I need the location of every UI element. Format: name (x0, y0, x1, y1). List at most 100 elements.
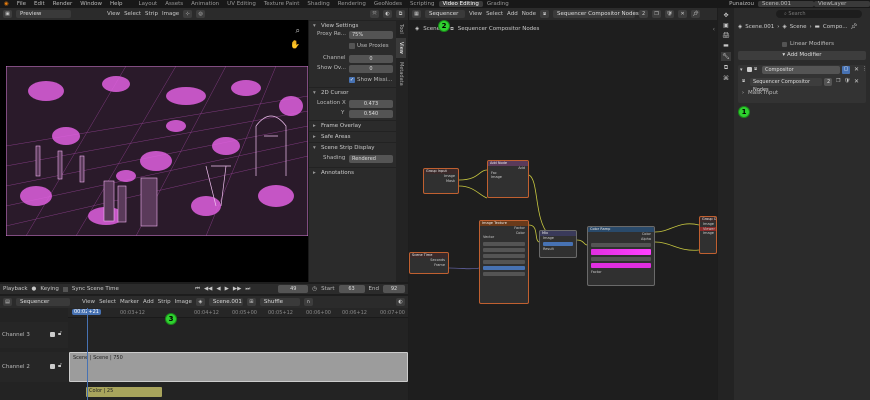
shading-dropdown[interactable]: Rendered (349, 155, 393, 163)
menu-strip[interactable]: Strip (145, 11, 158, 17)
location-x-field[interactable]: 0.473 (349, 100, 393, 108)
scene-time-node[interactable]: Scene Time Seconds Frame (409, 252, 449, 274)
mask-input-label[interactable]: Mask Input (748, 90, 778, 96)
menu-view[interactable]: View (107, 11, 120, 17)
tab-grading[interactable]: Grading (483, 1, 513, 7)
start-field[interactable]: 63 (338, 285, 365, 293)
play-reverse-icon[interactable]: ◀ (216, 286, 220, 292)
fake-user-icon[interactable]: 🛡︎ (844, 78, 850, 84)
modifier-enabled-checkbox[interactable] (747, 67, 752, 72)
scene-dropdown[interactable]: Scene.001 (208, 298, 243, 306)
menu-playback[interactable]: Playback (3, 286, 28, 292)
properties-search[interactable]: ⌕ Search (776, 10, 862, 18)
modifier-visibility-icon[interactable]: ▢ (842, 66, 850, 74)
drag-handle-icon[interactable]: ⋮ (862, 66, 867, 72)
mix-node[interactable]: Mix Image Result (539, 230, 577, 258)
compositor-type-dropdown[interactable]: Sequencer (425, 10, 465, 18)
render-icon[interactable]: ▣ (723, 22, 729, 29)
tab-shading[interactable]: Shading (303, 1, 333, 7)
show-missing-checkbox[interactable]: ✓ (349, 77, 355, 83)
channel-field[interactable]: 0 (349, 55, 393, 63)
node-editor-canvas[interactable]: ◈ Scene › ⧈ Sequencer Compositor Nodes G… (409, 20, 717, 400)
menu-edit[interactable]: Edit (30, 1, 49, 7)
menu-marker[interactable]: Marker (120, 299, 139, 305)
annotations-header[interactable]: Annotations (309, 167, 396, 179)
image-texture-node[interactable]: Image Texture Factor Color Vector (479, 220, 529, 304)
menu-image[interactable]: Image (162, 11, 179, 17)
tab-assets[interactable]: Assets (161, 1, 187, 7)
viewlayer-selector[interactable]: ViewLayer (814, 1, 870, 7)
scene-strip[interactable]: Scene | Scene | 750 (69, 352, 408, 382)
display-channel-icon[interactable]: ◐ (383, 10, 392, 18)
tab-uv-editing[interactable]: UV Editing (223, 1, 260, 7)
scene-selector[interactable]: Scene.001 (758, 1, 814, 7)
menu-add[interactable]: Add (507, 11, 518, 17)
sequencer-editor-icon[interactable]: ▤ (3, 298, 12, 306)
current-frame-field[interactable]: 49 (278, 285, 309, 293)
scene-icon[interactable]: ◈ (195, 298, 205, 306)
overlays-toggle-icon[interactable]: ⧉ (396, 10, 405, 18)
sequencer-mode-dropdown[interactable]: Sequencer (16, 298, 70, 306)
tab-animation[interactable]: Animation (187, 1, 223, 7)
pan-hand-icon[interactable]: ✋ (290, 40, 300, 49)
tab-scripting[interactable]: Scripting (406, 1, 438, 7)
next-key-icon[interactable]: ▶▶ (233, 286, 241, 292)
playhead-line[interactable] (87, 308, 88, 400)
end-field[interactable]: 92 (383, 285, 405, 293)
compositor-modifier-panel[interactable]: ▾ ⧈ Compositor ▢ ✕ ⋮ ⧈ Sequencer Composi… (738, 65, 867, 103)
channel-2-lock-icon[interactable]: 🔓︎ (58, 362, 62, 370)
output-icon[interactable]: 🖨︎ (722, 32, 730, 39)
pin-icon[interactable]: 📌︎ (691, 10, 701, 18)
close-icon[interactable]: ✕ (678, 10, 688, 18)
timeline-overlay-icon[interactable]: ◐ (396, 298, 405, 306)
pin-icon[interactable]: 📌︎ (850, 24, 857, 30)
channel-3-checkbox[interactable] (50, 332, 55, 337)
fake-user-icon[interactable]: 🛡︎ (665, 10, 675, 18)
frame-overlay-header[interactable]: Frame Overlay (309, 120, 396, 132)
play-icon[interactable]: ▶ (225, 286, 229, 292)
add-node[interactable]: Add Node Add Fac Image (487, 160, 529, 198)
gizmo-icon[interactable]: ⤧ (370, 10, 379, 18)
safe-areas-header[interactable]: Safe Areas (309, 131, 396, 143)
cache-icon[interactable]: ⌘ (723, 75, 729, 82)
modifier-name-field[interactable]: Compositor (762, 66, 840, 74)
group-output-node[interactable]: Group Output Image Viewer Image (699, 216, 717, 254)
menu-strip[interactable]: Strip (158, 299, 171, 305)
preview-viewport[interactable]: ⌕ ✋ (0, 20, 308, 282)
view-mode-dropdown[interactable]: Preview (16, 10, 71, 18)
tab-rendering[interactable]: Rendering (334, 1, 370, 7)
menu-select[interactable]: Select (124, 11, 141, 17)
channel-2-checkbox[interactable] (50, 364, 55, 369)
add-modifier-button[interactable]: ▾ Add Modifier (738, 51, 866, 60)
scene-strip-display-header[interactable]: Scene Strip Display (309, 142, 396, 154)
view-settings-header[interactable]: View Settings (309, 20, 396, 32)
unlink-icon[interactable]: ✕ (854, 78, 859, 85)
tab-layout[interactable]: Layout (135, 1, 162, 7)
menu-select[interactable]: Select (99, 299, 116, 305)
menu-node[interactable]: Node (522, 11, 536, 17)
menu-file[interactable]: File (13, 1, 30, 7)
pivot-icon[interactable]: ⊹ (183, 10, 193, 18)
menu-view[interactable]: View (469, 11, 482, 17)
menu-select[interactable]: Select (486, 11, 503, 17)
tab-texture-paint[interactable]: Texture Paint (260, 1, 304, 7)
tab-tool[interactable]: Tool (396, 20, 406, 38)
prev-key-icon[interactable]: ◀◀ (204, 286, 212, 292)
node-tree-icon[interactable]: ⧈ (540, 10, 550, 18)
group-input-node[interactable]: Group Input Image Mask (423, 168, 459, 194)
sync-checkbox[interactable] (62, 286, 68, 292)
mask-input-expand-icon[interactable]: › (742, 90, 744, 96)
modifier-tree-dropdown[interactable]: Sequencer Compositor Nodes (750, 78, 822, 93)
modifier-remove-icon[interactable]: ✕ (854, 66, 859, 73)
linear-modifiers-checkbox[interactable] (782, 42, 787, 47)
menu-view[interactable]: View (82, 299, 95, 305)
snap-icon[interactable]: ⊞ (246, 298, 256, 306)
collapse-icon[interactable]: ▾ (740, 67, 743, 73)
modifier-users-count[interactable]: 2 (824, 78, 832, 86)
blender-logo-icon[interactable]: ◉ (0, 1, 13, 7)
jump-end-icon[interactable]: ⏭ (245, 286, 250, 293)
duplicate-icon[interactable]: ❐ (652, 10, 662, 18)
node-tree-dropdown[interactable]: Sequencer Compositor Nodes (553, 10, 639, 18)
tab-metadata[interactable]: Metadata (396, 58, 406, 90)
use-proxies-checkbox[interactable] (349, 43, 355, 49)
